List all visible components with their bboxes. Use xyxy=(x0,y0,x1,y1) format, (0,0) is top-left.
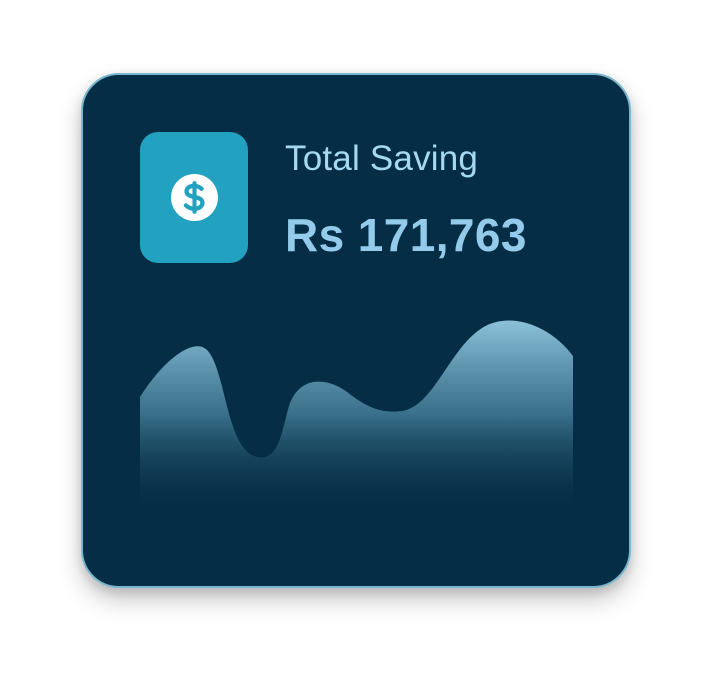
dollar-icon xyxy=(170,174,218,221)
savings-icon-tile xyxy=(140,132,248,263)
savings-area-shape xyxy=(140,320,573,515)
card-title: Total Saving xyxy=(285,139,479,178)
saving-amount: Rs 171,763 xyxy=(285,209,527,261)
savings-area-chart xyxy=(140,320,573,515)
total-saving-card: Total Saving Rs 171,763 xyxy=(81,73,631,588)
